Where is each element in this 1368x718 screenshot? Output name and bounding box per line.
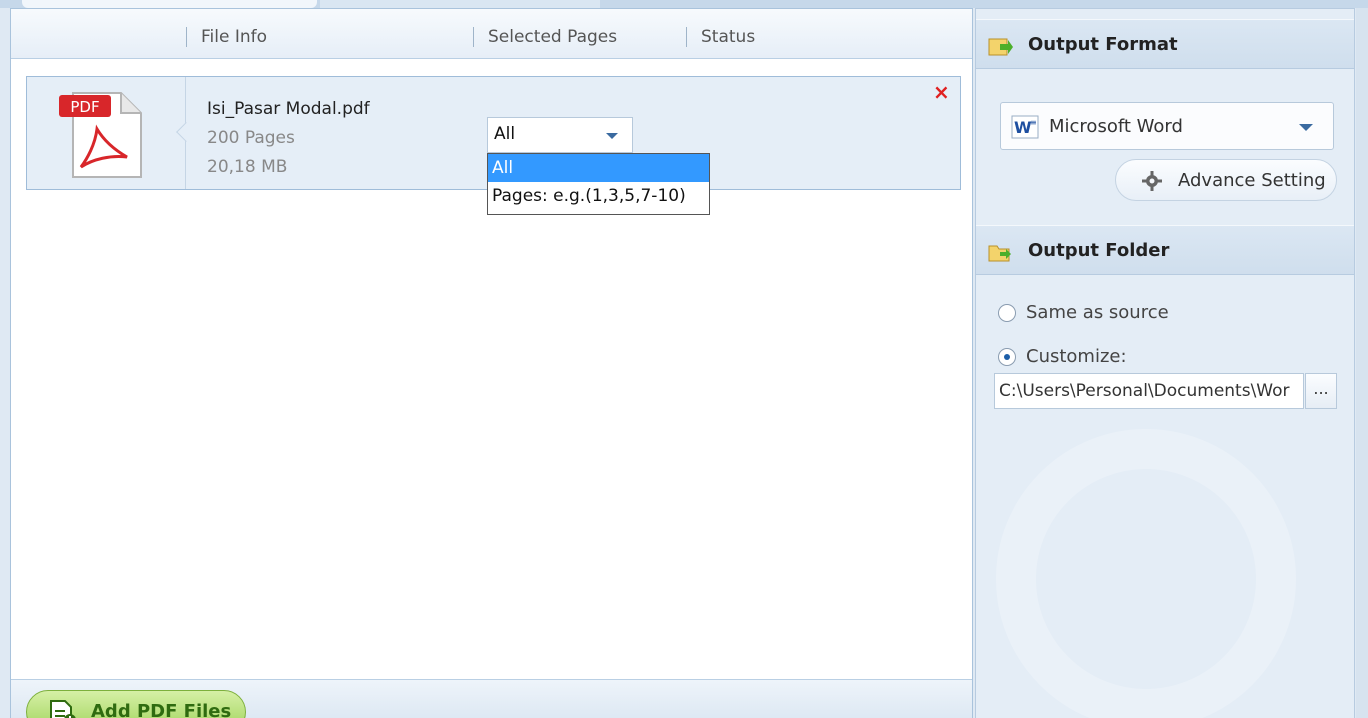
remove-file-button[interactable]: × <box>933 81 950 103</box>
column-header: File Info Selected Pages Status <box>11 9 972 59</box>
add-file-icon <box>50 700 76 718</box>
file-name: Isi_Pasar Modal.pdf <box>207 99 370 119</box>
chevron-down-icon <box>606 133 618 139</box>
browse-folder-button[interactable]: ... <box>1305 373 1337 409</box>
add-pdf-files-label: Add PDF Files <box>91 701 232 718</box>
radio-customize[interactable] <box>998 348 1016 366</box>
output-format-value: Microsoft Word <box>1049 116 1183 137</box>
customize-label[interactable]: Customize: <box>1026 346 1127 367</box>
column-selected-pages[interactable]: Selected Pages <box>473 27 617 47</box>
output-format-icon <box>988 38 1013 56</box>
inactive-tab-edge[interactable] <box>320 0 600 8</box>
selected-pages-dropdown: All Pages: e.g.(1,3,5,7-10) <box>487 153 710 215</box>
selected-pages-value: All <box>494 124 516 144</box>
top-tab-strip <box>0 0 1368 8</box>
svg-text:PDF: PDF <box>70 98 99 116</box>
file-thumbnail: PDF <box>27 77 186 189</box>
output-format-title: Output Format <box>1028 34 1178 55</box>
output-folder-icon <box>988 245 1011 262</box>
output-path-input[interactable]: C:\Users\Personal\Documents\Wor <box>994 373 1304 409</box>
advance-setting-button[interactable]: Advance Setting <box>1115 159 1337 201</box>
pdf-file-icon: PDF <box>59 92 142 178</box>
file-list-panel: File Info Selected Pages Status PDF Isi_… <box>10 8 973 718</box>
radio-same-as-source[interactable] <box>998 304 1016 322</box>
svg-text:≡: ≡ <box>1030 118 1037 127</box>
selected-pages-select[interactable]: All <box>487 117 633 153</box>
add-pdf-files-button[interactable]: Add PDF Files <box>26 690 246 718</box>
background-watermark <box>996 429 1296 718</box>
output-format-select[interactable]: W ≡ Microsoft Word <box>1000 102 1334 150</box>
active-tab-edge[interactable] <box>22 0 317 8</box>
bottom-toolbar: Add PDF Files <box>11 679 972 718</box>
dropdown-option-pages[interactable]: Pages: e.g.(1,3,5,7-10) <box>488 182 709 210</box>
chevron-down-icon <box>1299 124 1313 131</box>
microsoft-word-icon: W ≡ <box>1011 115 1039 139</box>
file-page-count: 200 Pages <box>207 128 295 148</box>
same-as-source-label[interactable]: Same as source <box>1026 302 1169 323</box>
dropdown-option-all[interactable]: All <box>488 154 709 182</box>
output-format-header: Output Format <box>976 19 1354 69</box>
column-file-info[interactable]: File Info <box>186 27 267 47</box>
output-folder-header: Output Folder <box>976 225 1354 275</box>
advance-setting-label: Advance Setting <box>1178 170 1326 191</box>
output-folder-title: Output Folder <box>1028 240 1170 261</box>
settings-panel: Output Format W ≡ Microsoft Word Advance… <box>975 8 1355 718</box>
gear-icon <box>1142 171 1162 191</box>
column-status[interactable]: Status <box>686 27 755 47</box>
window-right-edge <box>1356 8 1368 718</box>
file-size: 20,18 MB <box>207 157 288 177</box>
